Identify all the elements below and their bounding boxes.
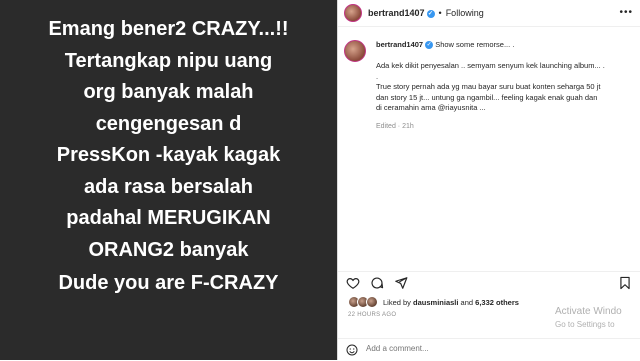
action-bar: [338, 271, 640, 292]
edited-timestamp: Edited · 21h: [376, 122, 414, 130]
caption-line: .: [376, 71, 379, 81]
likes-prefix: Liked by: [383, 297, 414, 307]
liker-username[interactable]: dausminiasli: [413, 298, 458, 307]
story-line: Emang bener2 CRAZY...!!: [48, 18, 289, 40]
story-text: Emang bener2 CRAZY...!! Tertangkap nipu …: [0, 14, 337, 266]
caption-line: True story pernah ada yg mau bayar suru …: [376, 82, 601, 91]
header-username[interactable]: bertrand1407 ✓: [368, 8, 435, 18]
separator-dot: •: [438, 8, 442, 18]
following-button[interactable]: Following: [446, 8, 484, 18]
story-line: Tertangkap nipu uang: [64, 49, 273, 72]
verified-icon: ✓: [426, 9, 435, 18]
caption-line: dan story 15 jt... untung ga ngambil... …: [376, 92, 598, 102]
post-header: bertrand1407 ✓ • Following •••: [338, 0, 640, 27]
caption-username[interactable]: bertrand1407: [376, 40, 423, 49]
story-line: org banyak malah: [83, 81, 254, 103]
caption-body: bertrand1407 ✓ Show some remorse... . Ada…: [376, 40, 634, 132]
story-panel: Emang bener2 CRAZY...!! Tertangkap nipu …: [0, 0, 337, 360]
likes-count[interactable]: 6,332 others: [475, 298, 519, 307]
heart-icon[interactable]: [346, 276, 360, 290]
watermark-subtitle: Go to Settings to: [555, 320, 615, 329]
watermark-title: Activate Windo: [555, 306, 622, 317]
story-closing-line: Dude you are F-CRAZY: [58, 272, 279, 294]
story-line: ORANG2 banyak: [88, 238, 249, 261]
comment-icon[interactable]: [370, 276, 384, 290]
share-icon[interactable]: [394, 276, 408, 290]
add-comment-input[interactable]: [366, 344, 566, 353]
story-line: ada rasa bersalah: [84, 175, 253, 198]
caption-first-line: bertrand1407 ✓ Show some remorse... .: [376, 40, 634, 51]
caption-line: di ceramahin ama @riayusnita ...: [376, 103, 486, 112]
add-comment-bar: [338, 338, 640, 361]
caption: bertrand1407 ✓ Show some remorse... . Ada…: [344, 40, 634, 132]
story-line: cengengesan d: [95, 112, 242, 135]
caption-line: Ada kek dikit penyesalan .. semyam senyu…: [376, 61, 605, 70]
likes-summary: Liked by dausminiasli and 6,332 others: [348, 296, 519, 308]
more-horizontal-icon[interactable]: •••: [619, 7, 633, 18]
avatar[interactable]: [344, 4, 362, 22]
caption-avatar[interactable]: [344, 40, 366, 62]
liker-avatar: [366, 296, 378, 308]
activation-watermark: Activate Windo Go to Settings to: [555, 305, 622, 331]
story-line: PressKon -kayak kagak: [56, 144, 281, 166]
caption-line: [376, 51, 634, 62]
verified-icon: ✓: [425, 41, 434, 50]
bookmark-icon[interactable]: [618, 276, 632, 290]
caption-text: Show some remorse... .: [435, 40, 515, 49]
likes-text: Liked by dausminiasli and 6,332 others: [383, 298, 519, 307]
likes-and: and: [458, 297, 476, 307]
story-line: padahal MERUGIKAN: [66, 207, 271, 229]
emoji-icon[interactable]: [346, 344, 358, 356]
post-timestamp[interactable]: 22 HOURS AGO: [348, 312, 396, 318]
